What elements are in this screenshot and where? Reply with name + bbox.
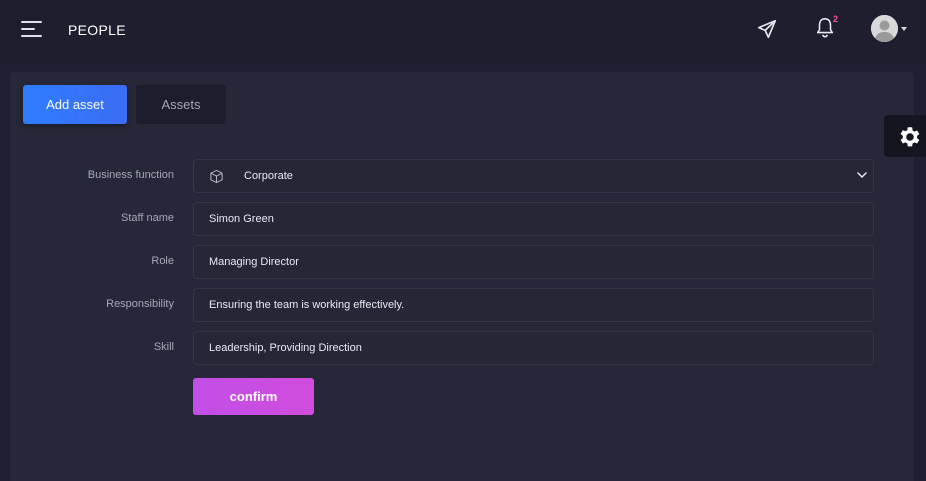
role-field[interactable] <box>193 245 874 279</box>
add-asset-button[interactable]: Add asset <box>23 85 127 124</box>
staff-name-label: Staff name <box>121 212 174 224</box>
settings-tab[interactable] <box>884 115 926 157</box>
role-label: Role <box>151 255 174 267</box>
top-bar: PEOPLE 2 <box>0 0 926 62</box>
avatar-icon <box>871 15 898 42</box>
chevron-down-icon <box>857 172 867 178</box>
gear-icon <box>900 127 920 147</box>
avatar-caret-icon[interactable] <box>901 27 907 31</box>
menu-icon[interactable] <box>21 20 42 38</box>
avatar[interactable] <box>871 15 898 42</box>
responsibility-field[interactable] <box>193 288 874 322</box>
confirm-button[interactable]: confirm <box>193 378 314 415</box>
staff-name-field[interactable] <box>193 202 874 236</box>
cube-icon <box>210 169 223 184</box>
skill-label: Skill <box>153 341 174 353</box>
page-title: PEOPLE <box>68 22 126 38</box>
notification-badge: 2 <box>833 14 839 24</box>
business-function-select[interactable]: Corporate <box>193 159 874 193</box>
business-function-label: Business function <box>87 169 174 181</box>
business-function-value: Corporate <box>244 170 293 182</box>
skill-field[interactable] <box>193 331 874 365</box>
send-icon[interactable] <box>756 18 778 40</box>
assets-button[interactable]: Assets <box>136 85 226 124</box>
responsibility-label: Responsibility <box>106 298 174 310</box>
